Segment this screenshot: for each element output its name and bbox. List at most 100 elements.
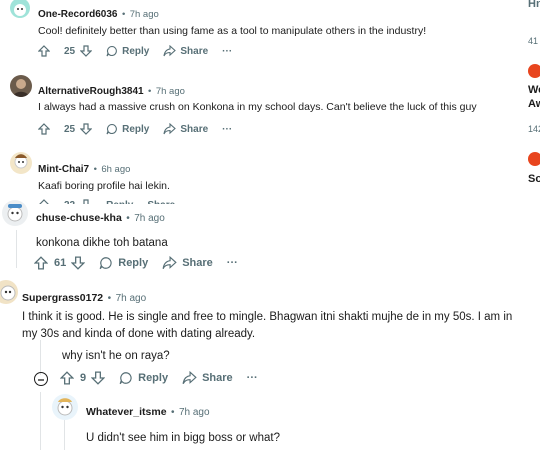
timestamp[interactable]: 7h ago [156,86,185,97]
reply-label: Reply [122,123,150,135]
comment-bubble-icon [106,45,118,57]
comment-action-bar: 25 Reply Share ··· [38,123,246,135]
more-options-button[interactable]: ··· [247,372,258,384]
reply-label: Reply [138,372,169,384]
username[interactable]: AlternativeRough3841 [38,86,144,97]
more-options-button[interactable]: ··· [222,46,232,57]
comment-bubble-icon [106,123,118,135]
upvote-button[interactable] [34,256,48,270]
collapse-thread-button[interactable] [34,372,48,386]
downvote-icon [71,256,86,270]
avatar[interactable] [2,200,28,226]
username[interactable]: One-Record6036 [38,9,117,20]
sidebar-top-text: Hn [528,0,540,10]
separator-dot: • [148,86,152,97]
comment-body: konkona dikhe toh batana [36,233,168,251]
comment-header: Supergrass0172 • 7h ago [22,288,146,306]
timestamp[interactable]: 7h ago [116,293,147,304]
share-button[interactable]: Share [162,256,213,270]
thread-line[interactable] [40,340,41,375]
reply-button[interactable]: Reply [99,256,148,270]
comment-body: I think it is good. He is single and fre… [22,308,520,342]
more-options-icon: ··· [246,372,258,384]
downvote-button[interactable] [71,256,86,270]
share-icon [163,45,177,57]
separator-dot: • [171,407,175,418]
share-icon [182,371,197,385]
upvote-button[interactable] [60,371,74,385]
share-label: Share [180,45,209,57]
comment-text: why isn't he on raya? [62,350,170,362]
upvote-button[interactable] [38,45,50,57]
reply-button[interactable]: Reply [106,123,149,135]
share-label: Share [180,123,209,135]
thread-line[interactable] [64,420,65,450]
share-label: Share [182,257,213,269]
comment-body: why isn't he on raya? [62,346,170,364]
vote-count: 25 [64,123,76,135]
comment-text: konkona dikhe toh batana [36,237,168,249]
sidebar-community-icon-1[interactable] [528,64,540,78]
avatar[interactable] [10,152,32,174]
comment-header: AlternativeRough3841 • 7h ago [38,81,185,99]
comment-header: One-Record6036 • 7h ago [38,4,159,22]
upvote-button[interactable] [38,123,50,135]
timestamp[interactable]: 7h ago [134,213,165,224]
username[interactable]: Mint-Chai7 [38,164,89,175]
reply-label: Reply [118,257,149,269]
downvote-icon [80,123,93,135]
sidebar-community-icon-2[interactable] [528,152,540,166]
thread-line[interactable] [40,392,41,450]
username[interactable]: Whatever_itsme [86,406,167,418]
comment-header: chuse-chuse-kha • 7h ago [36,208,165,226]
timestamp[interactable]: 7h ago [130,9,159,20]
vote-count: 25 [64,45,76,57]
downvote-button[interactable] [80,123,93,135]
comment-header: Mint-Chai7 • 6h ago [38,159,130,177]
snoo-avatar-icon [7,204,23,222]
separator-dot: • [107,293,112,304]
downvote-button[interactable] [91,371,106,385]
sidebar-count-2: 142 [528,124,540,134]
username[interactable]: chuse-chuse-kha [36,212,122,224]
more-options-button[interactable]: ··· [227,257,238,269]
reply-button[interactable]: Reply [119,371,168,385]
upvote-icon [38,45,50,57]
avatar[interactable] [52,394,78,420]
timestamp[interactable]: 6h ago [101,164,130,175]
comment-text: Cool! definitely better than using fame … [38,25,427,37]
snoo-avatar-icon [14,4,26,16]
sidebar-count-1: 41 [528,36,539,46]
comment-bubble-icon [99,257,112,270]
minus-icon [38,379,44,381]
thread-line[interactable] [16,230,17,268]
sidebar-item-title-2[interactable]: Aw [528,98,540,110]
downvote-icon [80,45,93,57]
share-button[interactable]: Share [163,123,208,135]
comment-text: U didn't see him in bigg boss or what? [86,432,280,444]
more-options-icon: ··· [226,257,238,269]
share-icon [162,256,177,270]
comment-text: I think it is good. He is single and fre… [22,311,513,340]
share-button[interactable]: Share [182,371,233,385]
more-options-button[interactable]: ··· [222,124,232,135]
sidebar-item-title-3[interactable]: So [528,173,540,185]
share-icon [163,123,177,135]
snoo-avatar-icon [14,154,28,169]
sidebar-item-title-1[interactable]: We [528,84,540,96]
upvote-icon [60,371,74,385]
avatar[interactable] [10,75,32,97]
timestamp[interactable]: 7h ago [179,407,210,418]
separator-dot: • [121,9,126,20]
reply-button[interactable]: Reply [106,45,149,57]
share-button[interactable]: Share [163,45,208,57]
comment-action-bar: 25 Reply Share ··· [38,45,246,57]
comment-header: Whatever_itsme • 7h ago [86,402,210,420]
downvote-button[interactable] [80,45,93,57]
separator-dot: • [93,164,97,175]
snoo-avatar-icon [57,398,73,416]
avatar[interactable] [10,0,30,18]
username[interactable]: Supergrass0172 [22,292,103,304]
separator-dot: • [126,213,130,224]
comment-body: U didn't see him in bigg boss or what? [86,428,280,446]
